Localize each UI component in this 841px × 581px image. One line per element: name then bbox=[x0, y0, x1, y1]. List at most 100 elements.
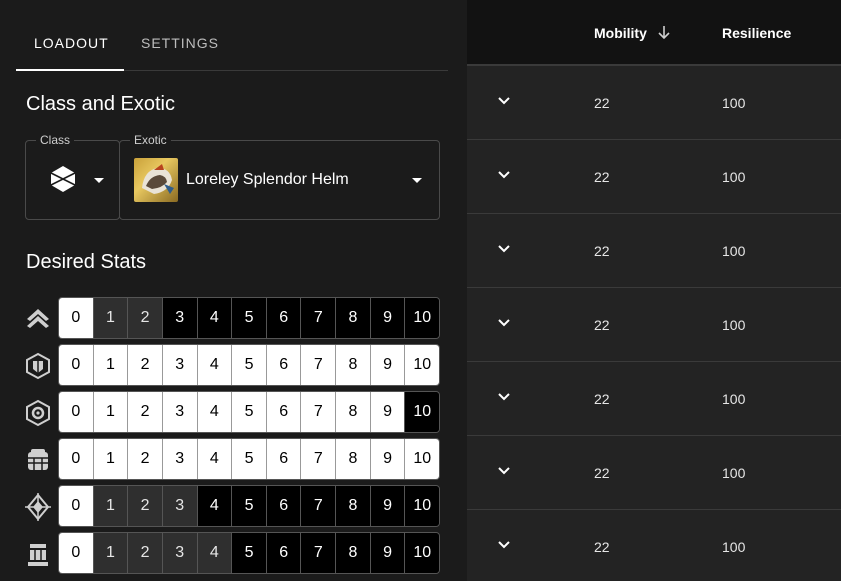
table-row[interactable]: 22 100 bbox=[467, 140, 841, 214]
desired-stats-title: Desired Stats bbox=[26, 251, 147, 273]
stat-level-button[interactable]: 6 bbox=[265, 486, 301, 526]
table-row[interactable]: 22 100 bbox=[467, 288, 841, 362]
stat-level-button[interactable]: 9 bbox=[369, 345, 405, 385]
stat-level-button[interactable]: 2 bbox=[127, 392, 162, 432]
stat-level-button[interactable]: 8 bbox=[335, 533, 370, 573]
stat-level-button[interactable]: 10 bbox=[404, 298, 439, 338]
table-row[interactable]: 22 100 bbox=[467, 214, 841, 288]
stat-level-button[interactable]: 3 bbox=[161, 298, 197, 338]
stat-level-button[interactable]: 7 bbox=[300, 486, 336, 526]
stat-level-button[interactable]: 5 bbox=[231, 486, 266, 526]
stat-level-button[interactable]: 10 bbox=[404, 439, 439, 479]
stat-level-button[interactable]: 2 bbox=[127, 298, 162, 338]
table-row[interactable]: 22 100 bbox=[467, 362, 841, 436]
stat-level-button[interactable]: 3 bbox=[161, 392, 197, 432]
table-row[interactable]: 22 100 bbox=[467, 66, 841, 140]
tab-loadout[interactable]: LOADOUT bbox=[34, 35, 109, 51]
mobility-value: 22 bbox=[594, 95, 610, 111]
exotic-helmet-icon bbox=[134, 158, 178, 202]
stat-level-button[interactable]: 5 bbox=[231, 298, 266, 338]
mobility-value: 22 bbox=[594, 243, 610, 259]
stat-level-button[interactable]: 0 bbox=[59, 439, 93, 479]
stat-level-button[interactable]: 5 bbox=[231, 439, 266, 479]
stat-level-button[interactable]: 3 bbox=[161, 345, 197, 385]
stat-row-intellect: 0 1 2 3 4 5 6 7 8 9 10 bbox=[24, 485, 440, 527]
stat-level-button[interactable]: 8 bbox=[335, 298, 370, 338]
stat-level-button[interactable]: 2 bbox=[127, 439, 162, 479]
column-header-mobility[interactable]: Mobility bbox=[594, 25, 647, 41]
mobility-value: 22 bbox=[594, 539, 610, 555]
stat-level-button[interactable]: 10 bbox=[404, 486, 439, 526]
sort-descending-arrow-icon[interactable] bbox=[657, 24, 671, 40]
results-table-header: Mobility Resilience bbox=[467, 0, 841, 66]
stat-level-button[interactable]: 7 bbox=[300, 439, 336, 479]
chevron-down-icon[interactable] bbox=[497, 170, 511, 180]
stat-level-button[interactable]: 0 bbox=[59, 533, 93, 573]
stat-level-button[interactable]: 6 bbox=[265, 345, 301, 385]
stat-level-button[interactable]: 2 bbox=[127, 533, 162, 573]
stat-level-button[interactable]: 1 bbox=[92, 486, 128, 526]
stat-level-button[interactable]: 5 bbox=[231, 345, 266, 385]
stat-level-button[interactable]: 8 bbox=[335, 486, 370, 526]
stat-level-button[interactable]: 1 bbox=[92, 533, 128, 573]
column-header-resilience[interactable]: Resilience bbox=[722, 25, 791, 41]
stat-level-button[interactable]: 10 bbox=[404, 345, 439, 385]
stat-level-button[interactable]: 9 bbox=[369, 392, 405, 432]
stat-level-button[interactable]: 3 bbox=[161, 439, 197, 479]
stat-level-button[interactable]: 8 bbox=[335, 392, 370, 432]
stat-level-button[interactable]: 4 bbox=[196, 439, 232, 479]
stat-level-button[interactable]: 2 bbox=[127, 486, 162, 526]
stat-level-button[interactable]: 3 bbox=[161, 533, 197, 573]
stat-level-button[interactable]: 4 bbox=[196, 533, 232, 573]
table-row[interactable]: 22 100 bbox=[467, 436, 841, 510]
chevron-down-icon[interactable] bbox=[497, 318, 511, 328]
chevron-down-icon[interactable] bbox=[497, 96, 511, 106]
stat-level-button[interactable]: 4 bbox=[196, 486, 232, 526]
stat-level-button[interactable]: 7 bbox=[300, 392, 336, 432]
stat-level-button[interactable]: 6 bbox=[265, 298, 301, 338]
stat-level-button[interactable]: 10 bbox=[404, 392, 439, 432]
stat-level-button[interactable]: 0 bbox=[59, 298, 93, 338]
table-row[interactable]: 22 100 bbox=[467, 510, 841, 581]
exotic-select[interactable]: Exotic Loreley Splendor Helm bbox=[119, 133, 440, 220]
mobility-value: 22 bbox=[594, 317, 610, 333]
stat-level-button[interactable]: 9 bbox=[369, 533, 405, 573]
stat-level-button[interactable]: 10 bbox=[404, 533, 439, 573]
stat-level-button[interactable]: 4 bbox=[196, 392, 232, 432]
stat-level-button[interactable]: 0 bbox=[59, 392, 93, 432]
chevron-down-icon[interactable] bbox=[497, 244, 511, 254]
chevron-down-icon[interactable] bbox=[497, 540, 511, 550]
stat-level-button[interactable]: 1 bbox=[92, 392, 128, 432]
stat-level-button[interactable]: 6 bbox=[265, 392, 301, 432]
stat-level-button[interactable]: 7 bbox=[300, 345, 336, 385]
stat-level-button[interactable]: 8 bbox=[335, 439, 370, 479]
stat-level-button[interactable]: 6 bbox=[265, 533, 301, 573]
stat-level-button[interactable]: 7 bbox=[300, 533, 336, 573]
stat-grid: 0 1 2 3 4 5 6 7 8 9 10 bbox=[58, 532, 440, 574]
stat-level-button[interactable]: 9 bbox=[369, 439, 405, 479]
stat-level-button[interactable]: 5 bbox=[231, 392, 266, 432]
stat-level-button[interactable]: 4 bbox=[196, 298, 232, 338]
stat-level-button[interactable]: 6 bbox=[265, 439, 301, 479]
stat-level-button[interactable]: 0 bbox=[59, 345, 93, 385]
tab-settings[interactable]: SETTINGS bbox=[141, 35, 219, 51]
stat-level-button[interactable]: 9 bbox=[369, 298, 405, 338]
stat-level-button[interactable]: 1 bbox=[92, 439, 128, 479]
exotic-name: Loreley Splendor Helm bbox=[186, 171, 349, 188]
chevron-down-icon[interactable] bbox=[497, 392, 511, 402]
class-select[interactable]: Class bbox=[25, 133, 120, 220]
stat-level-button[interactable]: 9 bbox=[369, 486, 405, 526]
stat-level-button[interactable]: 8 bbox=[335, 345, 370, 385]
stat-level-button[interactable]: 4 bbox=[196, 345, 232, 385]
stat-level-button[interactable]: 2 bbox=[127, 345, 162, 385]
stat-level-button[interactable]: 7 bbox=[300, 298, 336, 338]
mobility-value: 22 bbox=[594, 391, 610, 407]
stat-level-button[interactable]: 1 bbox=[92, 345, 128, 385]
resilience-value: 100 bbox=[722, 243, 746, 259]
stat-level-button[interactable]: 0 bbox=[59, 486, 93, 526]
stat-level-button[interactable]: 5 bbox=[231, 533, 266, 573]
stat-level-button[interactable]: 1 bbox=[92, 298, 128, 338]
results-panel: Mobility Resilience 22 100 22 100 22 100 22 100… bbox=[467, 0, 841, 581]
stat-level-button[interactable]: 3 bbox=[161, 486, 197, 526]
chevron-down-icon[interactable] bbox=[497, 466, 511, 476]
